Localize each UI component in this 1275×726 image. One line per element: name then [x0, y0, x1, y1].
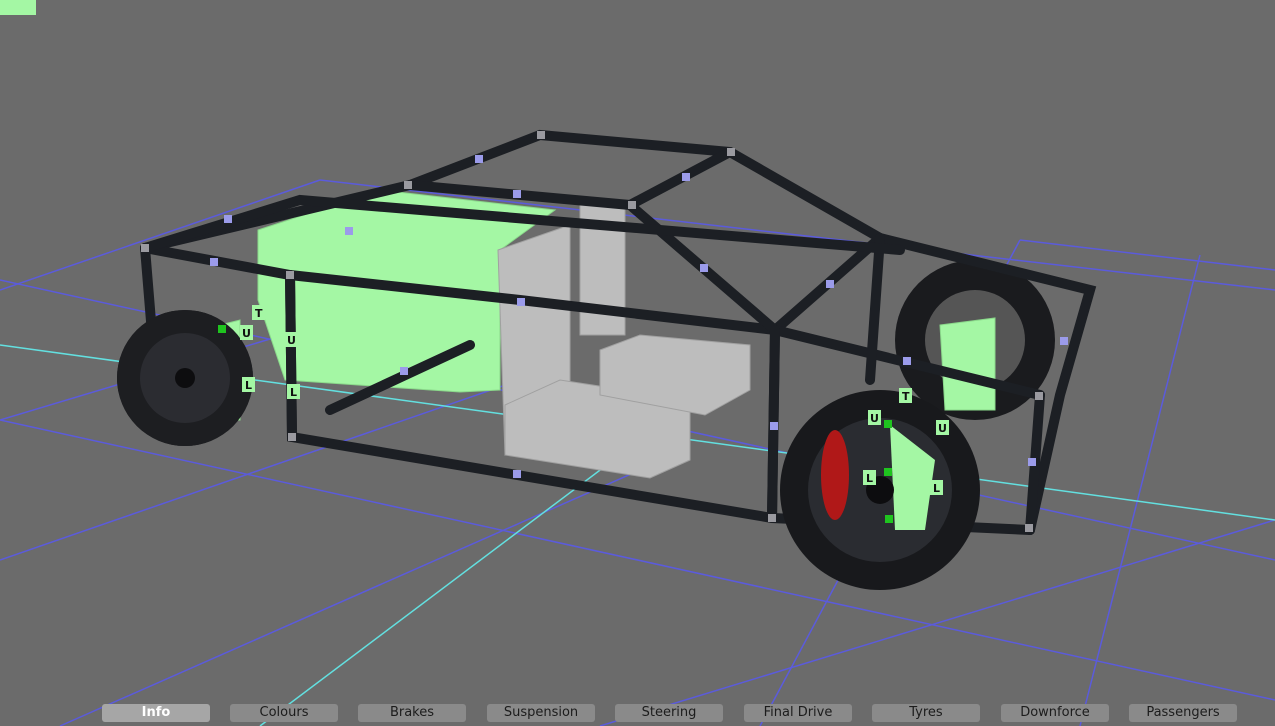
marker-lower-front-inner[interactable]: L	[866, 472, 873, 485]
tab-tyres[interactable]: Tyres	[872, 704, 980, 722]
marker-lower-front[interactable]: L	[933, 482, 940, 495]
tab-final-drive[interactable]: Final Drive	[744, 704, 852, 722]
3d-viewport[interactable]: T U U L L T U U L L	[0, 0, 1275, 726]
tab-suspension[interactable]: Suspension	[487, 704, 595, 722]
marker-upper-rear-inner[interactable]: U	[242, 327, 251, 340]
marker-top-front[interactable]: T	[902, 390, 910, 403]
tab-steering[interactable]: Steering	[615, 704, 723, 722]
marker-lower-rear-inner[interactable]: L	[245, 379, 252, 392]
tab-downforce[interactable]: Downforce	[1001, 704, 1109, 722]
tab-info[interactable]: Info	[102, 704, 210, 722]
marker-upper-front-inner[interactable]: U	[870, 412, 879, 425]
tab-passengers[interactable]: Passengers	[1129, 704, 1237, 722]
marker-top-rear[interactable]: T	[255, 307, 263, 320]
tab-colours[interactable]: Colours	[230, 704, 338, 722]
editor-tab-bar: Info Colours Brakes Suspension Steering …	[0, 704, 1275, 722]
marker-upper-front[interactable]: U	[938, 422, 947, 435]
tab-brakes[interactable]: Brakes	[358, 704, 466, 722]
marker-upper-rear[interactable]: U	[287, 334, 296, 347]
marker-lower-rear[interactable]: L	[290, 386, 297, 399]
rear-left-wheel	[117, 310, 253, 446]
